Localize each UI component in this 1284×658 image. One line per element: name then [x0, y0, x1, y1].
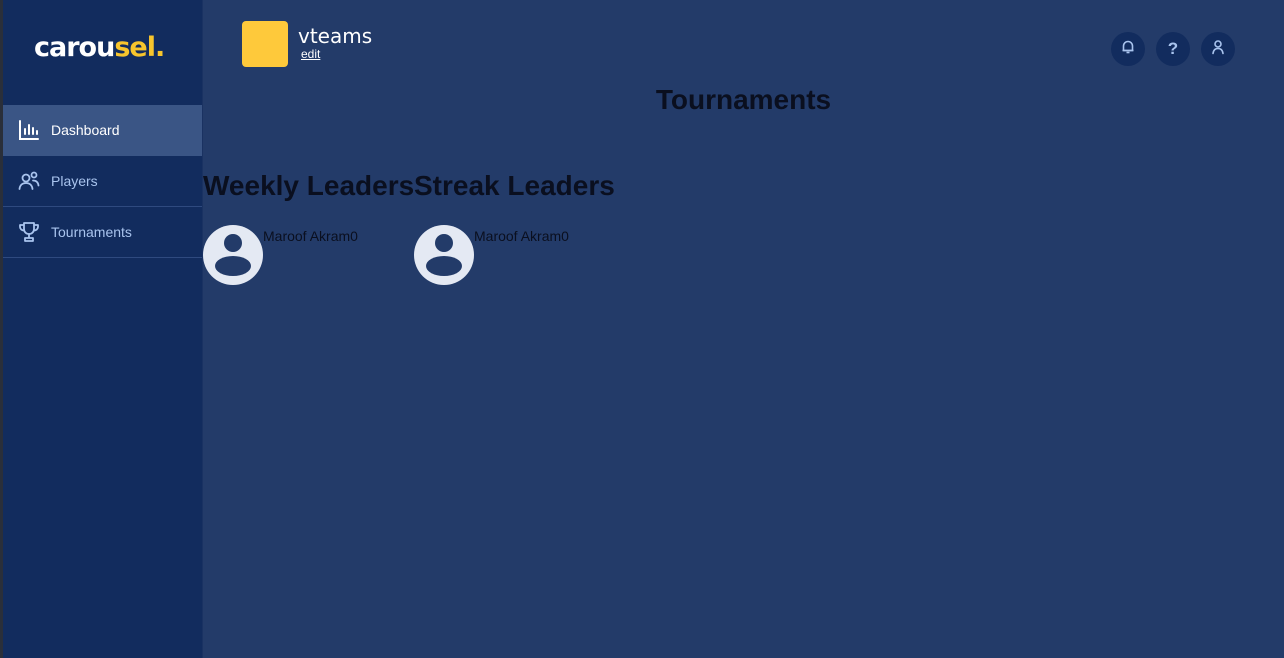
trophy-icon — [17, 220, 41, 244]
team-badge[interactable] — [242, 21, 288, 67]
leader-score: 0 — [561, 228, 569, 244]
notifications-button[interactable] — [1111, 32, 1145, 66]
sidebar-item-tournaments[interactable]: Tournaments — [3, 207, 202, 258]
avatar — [414, 225, 474, 285]
team-name: vteams — [298, 24, 373, 48]
bar-chart-icon — [17, 118, 41, 142]
avatar — [203, 225, 263, 285]
team-edit-link[interactable]: edit — [301, 47, 320, 61]
help-icon: ? — [1167, 39, 1179, 58]
sidebar: carousel. Dashboard Players Tournaments — [3, 0, 203, 658]
help-button[interactable]: ? — [1156, 32, 1190, 66]
user-icon — [1210, 39, 1226, 60]
page-title: Tournaments — [655, 84, 832, 115]
bell-icon — [1120, 39, 1136, 60]
leader-name: Maroof Akram — [263, 228, 351, 244]
sidebar-nav: Dashboard Players Tournaments — [3, 105, 202, 258]
streak-leaders-title: Streak Leaders — [414, 170, 615, 201]
sidebar-item-label: Tournaments — [51, 224, 132, 240]
leader-name: Maroof Akram — [474, 228, 562, 244]
users-icon — [17, 169, 41, 193]
brand-logo[interactable]: carousel. — [34, 28, 165, 68]
list-item: Maroof Akram0 — [263, 228, 358, 244]
sidebar-item-label: Players — [51, 173, 98, 189]
sidebar-item-players[interactable]: Players — [3, 156, 202, 207]
sidebar-item-label: Dashboard — [51, 122, 120, 138]
sidebar-item-dashboard[interactable]: Dashboard — [3, 105, 202, 156]
weekly-leaders-title: Weekly Leaders — [203, 170, 415, 201]
leader-score: 0 — [350, 228, 358, 244]
list-item: Maroof Akram0 — [474, 228, 569, 244]
profile-button[interactable] — [1201, 32, 1235, 66]
